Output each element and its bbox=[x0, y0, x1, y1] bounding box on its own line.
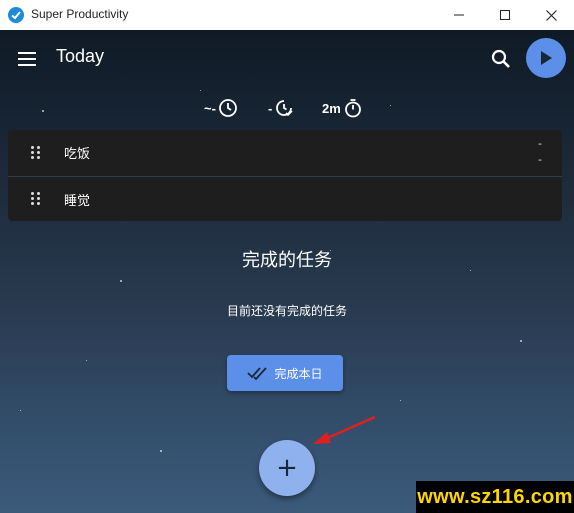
watermark: www.sz116.com bbox=[416, 481, 574, 513]
drag-handle-icon[interactable] bbox=[31, 145, 41, 160]
app-check-icon bbox=[8, 7, 24, 23]
star-decoration bbox=[120, 280, 122, 282]
estimate-remaining[interactable]: ~- bbox=[204, 96, 238, 120]
task-row[interactable]: 睡觉 bbox=[8, 176, 562, 221]
star-decoration bbox=[20, 410, 21, 411]
clock-check-icon bbox=[276, 100, 293, 117]
done-empty-message: 目前还没有完成的任务 bbox=[226, 304, 347, 318]
search-icon[interactable] bbox=[491, 49, 511, 69]
done-section-title: 完成的任务 bbox=[242, 250, 332, 271]
finish-day-label: 完成本日 bbox=[274, 366, 323, 381]
star-decoration bbox=[400, 400, 401, 401]
estimate-worked[interactable]: 2m bbox=[322, 96, 363, 120]
annotation-arrow-icon bbox=[313, 415, 376, 444]
window-titlebar: Super Productivity bbox=[0, 0, 574, 30]
play-icon bbox=[541, 51, 552, 65]
close-button[interactable] bbox=[528, 0, 574, 30]
drag-handle-icon[interactable] bbox=[31, 192, 41, 206]
menu-icon[interactable] bbox=[16, 48, 38, 70]
clock-icon bbox=[219, 99, 237, 117]
app-header: Today bbox=[0, 30, 574, 88]
task-row[interactable]: 吃饭 -- bbox=[8, 130, 562, 175]
maximize-button[interactable] bbox=[482, 0, 528, 30]
star-decoration bbox=[200, 90, 201, 91]
window-title: Super Productivity bbox=[31, 7, 129, 21]
add-task-button[interactable]: + bbox=[259, 440, 315, 496]
double-check-icon bbox=[247, 367, 268, 380]
star-decoration bbox=[520, 340, 522, 342]
stopwatch-icon bbox=[344, 99, 361, 118]
app-content: Today ~- - 2m 吃饭 -- 睡觉 完成的任务 目前还没有完成的任务 … bbox=[0, 30, 574, 513]
estimate-done-label: - bbox=[268, 100, 273, 116]
finish-day-button[interactable]: 完成本日 bbox=[227, 355, 343, 391]
star-decoration bbox=[160, 450, 162, 452]
task-list: 吃饭 -- 睡觉 bbox=[8, 130, 562, 221]
task-time-estimate[interactable]: -- bbox=[538, 136, 542, 168]
estimate-remaining-label: ~- bbox=[204, 100, 216, 116]
task-title[interactable]: 睡觉 bbox=[64, 190, 90, 209]
time-estimates-bar: ~- - 2m bbox=[0, 96, 574, 120]
star-decoration bbox=[86, 360, 87, 361]
task-title[interactable]: 吃饭 bbox=[64, 143, 90, 162]
page-title: Today bbox=[56, 46, 105, 66]
minimize-button[interactable] bbox=[436, 0, 482, 30]
estimate-worked-label: 2m bbox=[322, 100, 341, 116]
plus-icon: + bbox=[276, 453, 298, 483]
play-button[interactable] bbox=[526, 38, 566, 78]
estimate-done[interactable]: - bbox=[268, 96, 294, 120]
